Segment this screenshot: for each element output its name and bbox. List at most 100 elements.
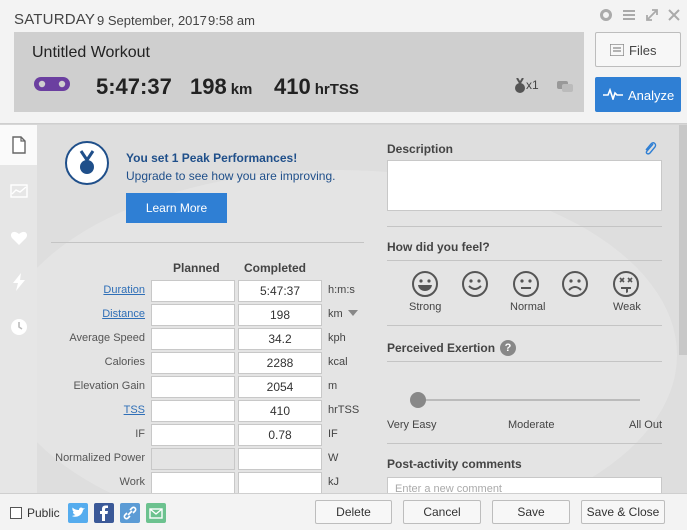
left-tab-rail (0, 125, 37, 493)
tab-history[interactable] (0, 307, 37, 347)
facebook-icon[interactable] (94, 503, 114, 523)
lightning-icon (12, 273, 25, 291)
chart-icon (9, 184, 28, 198)
distance-value: 198 (190, 74, 227, 99)
chevron-down-icon[interactable] (348, 310, 358, 316)
paperclip-icon[interactable] (643, 140, 657, 155)
exertion-mid-label: Moderate (508, 419, 555, 431)
tss-unit: hrTSS (314, 81, 359, 98)
table-row: Normalized Power W (37, 448, 367, 472)
feel-strong-label: Strong (409, 301, 442, 313)
feel-normal-icon[interactable] (511, 269, 541, 299)
completed-input[interactable]: 34.2 (238, 328, 322, 350)
medal-count-label: x1 (526, 78, 539, 93)
planned-input[interactable] (151, 280, 235, 302)
gear-icon[interactable] (599, 8, 613, 22)
feel-weak-icon[interactable] (611, 269, 641, 299)
delete-button[interactable]: Delete (315, 500, 392, 524)
peak-subtitle: Upgrade to see how you are improving. (126, 169, 336, 183)
email-icon[interactable] (146, 503, 166, 523)
completed-input[interactable]: 410 (238, 400, 322, 422)
help-icon[interactable]: ? (500, 340, 516, 356)
feel-good-icon[interactable] (460, 269, 490, 299)
metric-unit: kph (328, 332, 346, 344)
planned-input[interactable] (151, 424, 235, 446)
completed-input[interactable]: 0.78 (238, 424, 322, 446)
expand-icon[interactable] (645, 8, 659, 22)
peak-badge-icon (65, 141, 109, 185)
comment-input[interactable]: Enter a new comment (387, 477, 662, 493)
feel-bad-icon[interactable] (560, 269, 590, 299)
completed-header: Completed (244, 261, 307, 275)
analyze-button-label: Analyze (628, 88, 675, 103)
planned-input[interactable] (151, 400, 235, 422)
table-row: IF 0.78 IF (37, 424, 367, 448)
completed-input[interactable]: 2288 (238, 352, 322, 374)
description-field[interactable] (387, 160, 662, 211)
metric-label: Work (119, 476, 145, 488)
planned-input[interactable] (151, 376, 235, 398)
table-row: Elevation Gain 2054 m (37, 376, 367, 400)
feel-weak-label: Weak (613, 301, 641, 313)
close-icon[interactable] (667, 8, 681, 22)
completed-input[interactable]: 5:47:37 (238, 280, 322, 302)
metric-label[interactable]: TSS (124, 404, 145, 416)
divider (387, 325, 662, 326)
bike-icon (32, 74, 72, 94)
exertion-slider-handle[interactable] (410, 392, 426, 408)
completed-input[interactable] (238, 472, 322, 493)
planned-input[interactable] (151, 472, 235, 493)
comments-icon[interactable] (557, 80, 573, 92)
exertion-label: Perceived Exertion (387, 341, 496, 355)
analyze-button[interactable]: Analyze (595, 77, 681, 112)
metric-label: Average Speed (69, 332, 145, 344)
distance-unit: km (230, 81, 253, 98)
planned-input[interactable] (151, 352, 235, 374)
tab-power[interactable] (0, 262, 37, 302)
scrollbar[interactable] (679, 125, 687, 355)
tab-health[interactable] (0, 218, 37, 258)
table-row: TSS 410 hrTSS (37, 400, 367, 424)
tss-value: 410 (274, 74, 311, 99)
metric-unit: W (328, 452, 339, 464)
exertion-max-label: All Out (629, 419, 663, 431)
public-checkbox[interactable] (10, 507, 22, 519)
save-close-button[interactable]: Save & Close (581, 500, 665, 524)
learn-more-button[interactable]: Learn More (126, 193, 227, 223)
divider (387, 226, 662, 227)
duration-stat: 5:47:37 (96, 74, 172, 99)
workout-title[interactable]: Untitled Workout (32, 44, 150, 62)
metric-unit: km (328, 308, 343, 320)
tab-charts[interactable] (0, 171, 37, 211)
workout-header: SATURDAY 9 September, 2017 9:58 am Untit… (0, 0, 687, 124)
workout-summary-box: Untitled Workout 5:47:37 198 km 410 hrTSS … (14, 32, 584, 112)
link-icon[interactable] (120, 503, 140, 523)
exertion-slider-track[interactable] (419, 399, 640, 401)
metric-unit: kcal (328, 356, 348, 368)
completed-input[interactable]: 2054 (238, 376, 322, 398)
metric-unit: IF (328, 428, 338, 440)
metric-unit: m (328, 380, 338, 392)
description-label: Description (387, 142, 454, 156)
feel-label: How did you feel? (387, 240, 490, 254)
save-button[interactable]: Save (492, 500, 570, 524)
comments-label: Post-activity comments (387, 457, 522, 471)
planned-input[interactable] (151, 304, 235, 326)
files-button[interactable]: Files (595, 32, 681, 67)
twitter-icon[interactable] (68, 503, 88, 523)
public-label: Public (27, 506, 60, 520)
cancel-button[interactable]: Cancel (403, 500, 481, 524)
tss-stat: 410 hrTSS (274, 74, 359, 100)
metric-label[interactable]: Distance (102, 308, 145, 320)
planned-input[interactable] (151, 328, 235, 350)
tab-summary[interactable] (0, 125, 37, 165)
medal-count[interactable]: x1 (514, 77, 539, 94)
menu-icon[interactable] (622, 8, 636, 22)
metric-label[interactable]: Duration (103, 284, 145, 296)
list-icon (610, 44, 624, 56)
feel-strong-icon[interactable] (410, 269, 440, 299)
completed-input[interactable] (238, 448, 322, 470)
completed-input[interactable]: 198 (238, 304, 322, 326)
workout-detail-panel: You set 1 Peak Performances! Upgrade to … (37, 125, 687, 493)
peak-title: You set 1 Peak Performances! (126, 151, 298, 165)
